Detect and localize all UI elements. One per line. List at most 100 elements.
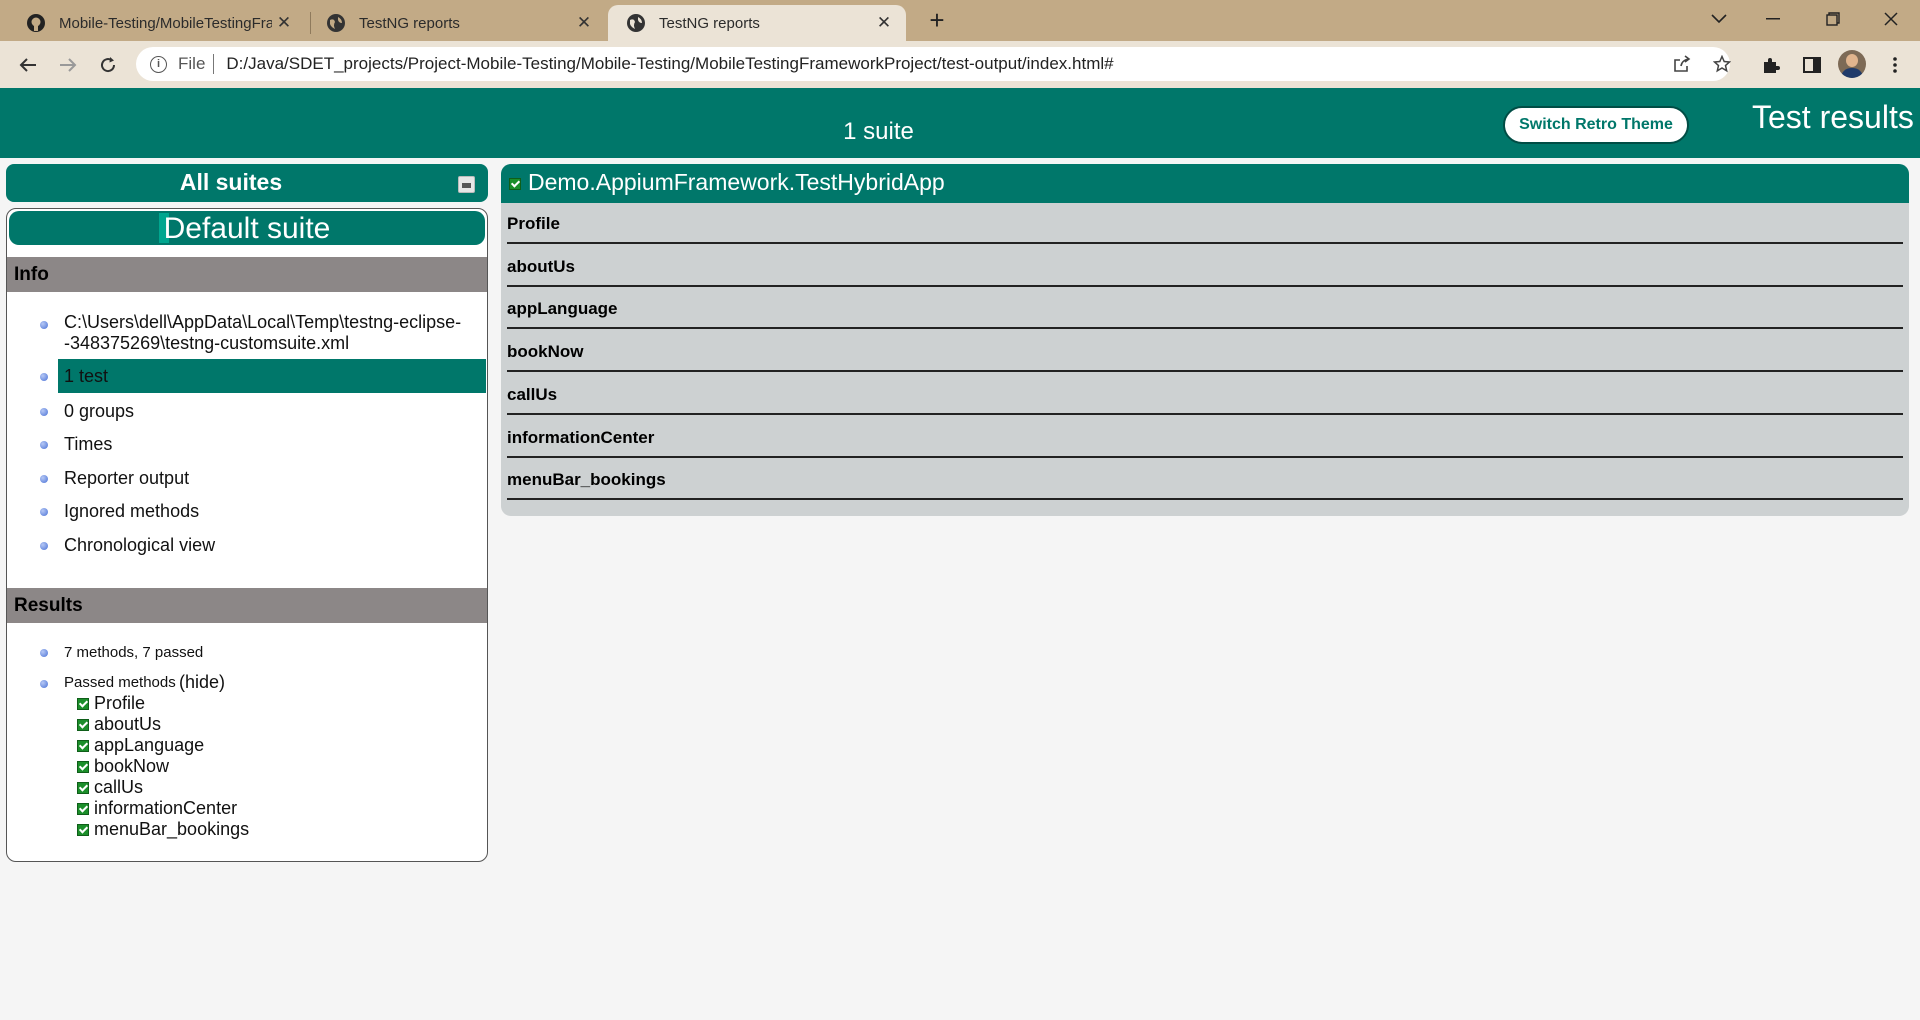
browser-tab-strip: Mobile-Testing/MobileTestingFra ✕ TestNG… bbox=[0, 0, 1920, 41]
reload-icon[interactable] bbox=[92, 49, 124, 81]
bookmark-star-icon[interactable] bbox=[1708, 50, 1736, 78]
method-row[interactable]: informationCenter bbox=[507, 415, 1903, 458]
bullet-icon bbox=[40, 321, 48, 329]
report-banner: 1 suite Switch Retro Theme Test results bbox=[0, 88, 1920, 158]
all-suites-label: All suites bbox=[179, 169, 283, 195]
method-name: bookNow bbox=[507, 342, 584, 361]
url-scheme: File bbox=[178, 54, 206, 73]
selection-highlight bbox=[58, 359, 486, 393]
info-section-heading: Info bbox=[7, 257, 487, 292]
method-row[interactable]: bookNow bbox=[507, 329, 1903, 372]
method-row[interactable]: menuBar_bookings bbox=[507, 457, 1903, 500]
passed-check-icon bbox=[77, 823, 89, 836]
passed-method-label: menuBar_bookings bbox=[94, 819, 250, 839]
page-title: Test results bbox=[1752, 99, 1914, 135]
passed-methods-label: Passed methods bbox=[64, 674, 176, 691]
bullet-icon bbox=[40, 508, 48, 516]
info-item-label: Ignored methods bbox=[64, 501, 200, 521]
info-item-label: Reporter output bbox=[64, 468, 190, 488]
methods-summary-text: 7 methods, 7 passed bbox=[64, 644, 204, 661]
suite-count: 1 suite bbox=[843, 118, 914, 145]
bullet-icon bbox=[40, 542, 48, 550]
restore-button[interactable] bbox=[1810, 0, 1856, 38]
tab-github[interactable]: Mobile-Testing/MobileTestingFra ✕ bbox=[8, 5, 306, 41]
share-icon[interactable] bbox=[1668, 50, 1696, 78]
browser-toolbar: i File D:/Java/SDET_projects/Project-Mob… bbox=[0, 41, 1920, 88]
forward-arrow-icon[interactable] bbox=[52, 49, 84, 81]
close-icon[interactable]: ✕ bbox=[572, 11, 596, 35]
tab-testng-active[interactable]: TestNG reports ✕ bbox=[608, 5, 906, 41]
url-text: D:/Java/SDET_projects/Project-Mobile-Tes… bbox=[226, 54, 1114, 73]
collapse-icon[interactable] bbox=[458, 176, 475, 193]
passed-check-icon bbox=[77, 760, 89, 773]
info-item-label: Times bbox=[64, 434, 113, 454]
passed-method-label: Profile bbox=[94, 693, 146, 713]
suite-xml-path-line2: -348375269\testng-customsuite.xml bbox=[64, 333, 350, 353]
address-bar[interactable]: i File D:/Java/SDET_projects/Project-Mob… bbox=[136, 47, 1730, 81]
all-suites-header[interactable]: All suites bbox=[6, 164, 488, 202]
globe-icon bbox=[326, 13, 346, 33]
close-window-button[interactable] bbox=[1868, 0, 1914, 38]
method-row[interactable]: callUs bbox=[507, 372, 1903, 415]
passed-method-link[interactable]: aboutUs bbox=[77, 714, 161, 735]
tab-title: TestNG reports bbox=[359, 14, 460, 32]
method-name: appLanguage bbox=[507, 299, 618, 318]
info-item-label: 1 test bbox=[64, 366, 109, 386]
bullet-icon bbox=[40, 649, 48, 657]
github-icon bbox=[26, 13, 46, 33]
site-info-icon[interactable]: i bbox=[150, 55, 167, 73]
info-item-label: 0 groups bbox=[64, 401, 135, 421]
hide-link[interactable]: (hide) bbox=[179, 672, 225, 693]
passed-method-link[interactable]: Profile bbox=[77, 693, 145, 714]
tab-title: TestNG reports bbox=[659, 14, 760, 32]
profile-avatar[interactable] bbox=[1838, 50, 1866, 78]
bullet-icon bbox=[40, 373, 48, 381]
passed-check-icon bbox=[77, 739, 89, 752]
passed-method-link[interactable]: bookNow bbox=[77, 756, 169, 777]
bullet-icon bbox=[40, 680, 48, 688]
new-tab-button[interactable]: + bbox=[923, 7, 951, 35]
switch-retro-theme-button[interactable]: Switch Retro Theme bbox=[1503, 106, 1689, 144]
passed-method-label: aboutUs bbox=[94, 714, 162, 734]
close-icon[interactable]: ✕ bbox=[872, 11, 896, 35]
tab-title: Mobile-Testing/MobileTestingFra bbox=[59, 14, 272, 32]
passed-method-link[interactable]: appLanguage bbox=[77, 735, 204, 756]
method-name: informationCenter bbox=[507, 428, 655, 447]
passed-check-icon bbox=[77, 718, 89, 731]
back-arrow-icon[interactable] bbox=[12, 49, 44, 81]
globe-icon bbox=[626, 13, 646, 33]
minimize-button[interactable] bbox=[1750, 0, 1796, 38]
url-divider bbox=[213, 54, 215, 74]
passed-method-label: bookNow bbox=[94, 756, 170, 776]
method-row[interactable]: appLanguage bbox=[507, 286, 1903, 329]
bullet-icon bbox=[40, 441, 48, 449]
passed-method-label: informationCenter bbox=[94, 798, 238, 818]
passed-method-label: appLanguage bbox=[94, 735, 205, 755]
results-section-heading: Results bbox=[7, 588, 487, 623]
passed-check-icon bbox=[77, 802, 89, 815]
test-class-name: Demo.AppiumFramework.TestHybridApp bbox=[528, 169, 945, 195]
passed-check-icon bbox=[509, 178, 521, 190]
bullet-icon bbox=[40, 475, 48, 483]
passed-check-icon bbox=[77, 697, 89, 710]
passed-method-link[interactable]: menuBar_bookings bbox=[77, 819, 249, 840]
method-name: menuBar_bookings bbox=[507, 470, 666, 489]
passed-method-link[interactable]: callUs bbox=[77, 777, 143, 798]
side-panel-icon[interactable] bbox=[1797, 50, 1827, 80]
tab-testng-1[interactable]: TestNG reports ✕ bbox=[308, 5, 606, 41]
extensions-puzzle-icon[interactable] bbox=[1756, 50, 1786, 80]
close-icon[interactable]: ✕ bbox=[272, 11, 296, 35]
method-name: callUs bbox=[507, 385, 558, 404]
suite-header[interactable]: Default suite bbox=[9, 211, 485, 245]
test-class-header: Demo.AppiumFramework.TestHybridApp bbox=[501, 164, 1909, 203]
info-item-label: Chronological view bbox=[64, 535, 216, 555]
test-class-panel: Demo.AppiumFramework.TestHybridApp Profi… bbox=[501, 164, 1909, 516]
browser-menu-kebab-icon[interactable] bbox=[1880, 50, 1910, 80]
info-item-tests[interactable]: 1 test bbox=[7, 359, 487, 393]
method-name: Profile bbox=[507, 214, 560, 233]
method-row[interactable]: Profile bbox=[507, 201, 1903, 244]
method-row[interactable]: aboutUs bbox=[507, 244, 1903, 287]
passed-method-link[interactable]: informationCenter bbox=[77, 798, 237, 819]
suite-panel: Default suite Info C:\Users\dell\AppData… bbox=[6, 208, 488, 862]
tab-search-chevron-icon[interactable] bbox=[1696, 0, 1742, 38]
